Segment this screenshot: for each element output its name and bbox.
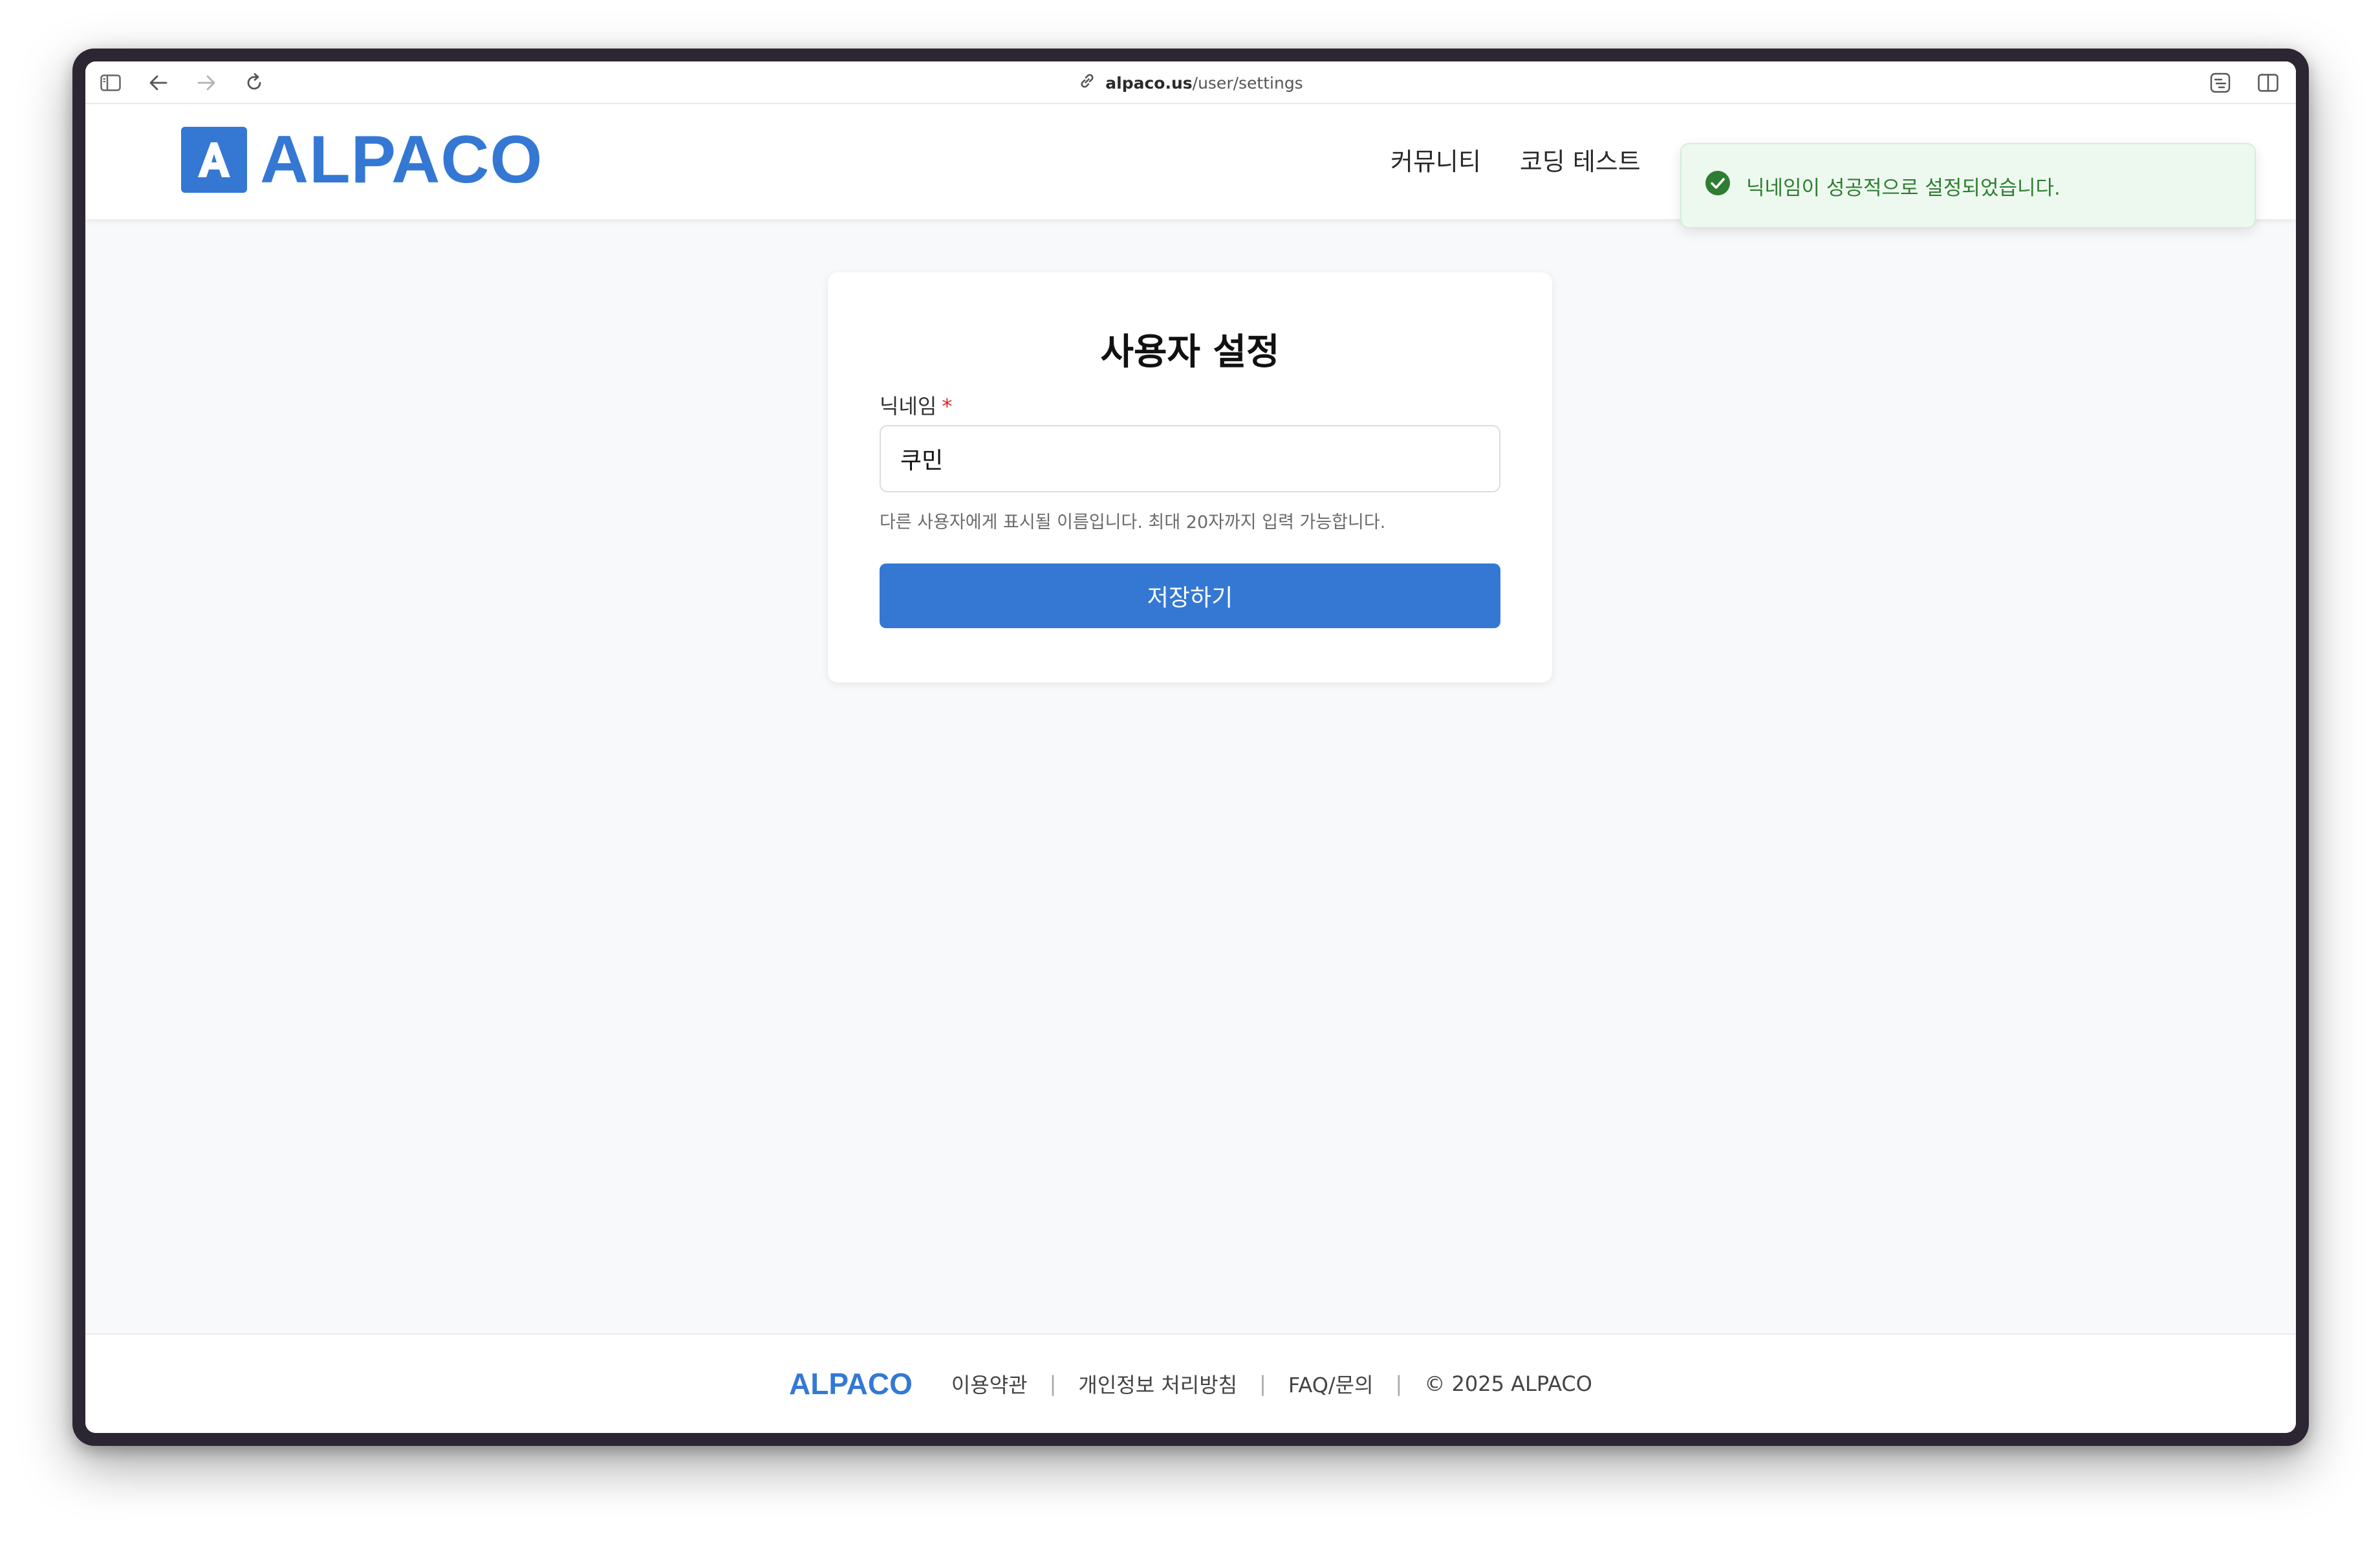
footer-separator: | xyxy=(1395,1372,1403,1396)
url-host: alpaco.us xyxy=(1105,73,1193,93)
split-view-icon[interactable] xyxy=(2257,72,2279,94)
toast-message: 닉네임이 성공적으로 설정되었습니다. xyxy=(1746,176,2061,200)
save-button[interactable]: 저장하기 xyxy=(880,563,1500,628)
main-nav: 커뮤니티 코딩 테스트 xyxy=(1390,142,1641,177)
back-arrow-icon[interactable] xyxy=(147,72,169,94)
user-settings-card: 사용자 설정 닉네임* 다른 사용자에게 표시될 이름입니다. 최대 20자까지… xyxy=(828,272,1552,683)
reload-icon[interactable] xyxy=(243,72,265,94)
nickname-input[interactable] xyxy=(880,425,1500,492)
success-toast: 닉네임이 성공적으로 설정되었습니다. xyxy=(1680,143,2256,228)
nickname-label: 닉네임 * xyxy=(880,390,952,420)
link-icon xyxy=(1078,72,1096,94)
check-circle-icon xyxy=(1705,170,1731,201)
footer-separator: | xyxy=(1259,1372,1266,1396)
site-logo[interactable]: ALPACO xyxy=(181,126,543,193)
page-title: 사용자 설정 xyxy=(1100,331,1280,373)
nickname-help-text: 다른 사용자에게 표시될 이름입니다. 최대 20자까지 입력 가능합니다. xyxy=(880,512,1386,532)
nav-item-coding-test[interactable]: 코딩 테스트 xyxy=(1520,142,1641,177)
footer-logo[interactable]: ALPACO xyxy=(789,1366,913,1401)
required-mark: * xyxy=(942,394,953,419)
footer-link-privacy[interactable]: 개인정보 처리방침 xyxy=(1078,1369,1237,1399)
footer-link-faq[interactable]: FAQ/문의 xyxy=(1288,1369,1374,1399)
translate-icon[interactable] xyxy=(2209,72,2231,94)
footer-copyright: © 2025 ALPACO xyxy=(1424,1372,1592,1396)
url-display[interactable]: alpaco.us/user/settings xyxy=(1078,72,1303,94)
logo-mark xyxy=(181,127,247,193)
browser-window: alpaco.us/user/settings ALPACO 커뮤니티 코딩 테… xyxy=(85,61,2296,1433)
nickname-label-text: 닉네임 xyxy=(880,394,937,419)
sidebar-icon[interactable] xyxy=(100,72,122,94)
footer-separator: | xyxy=(1049,1372,1057,1396)
site-footer: ALPACO 이용약관 | 개인정보 처리방침 | FAQ/문의 | © 202… xyxy=(85,1333,2296,1433)
browser-toolbar: alpaco.us/user/settings xyxy=(85,61,2296,104)
footer-link-terms[interactable]: 이용약관 xyxy=(951,1369,1028,1399)
logo-text: ALPACO xyxy=(260,122,543,197)
address-bar: alpaco.us/user/settings xyxy=(85,61,2296,104)
url-path: /user/settings xyxy=(1192,73,1303,93)
forward-arrow-icon[interactable] xyxy=(195,72,217,94)
nav-item-community[interactable]: 커뮤니티 xyxy=(1390,142,1481,177)
